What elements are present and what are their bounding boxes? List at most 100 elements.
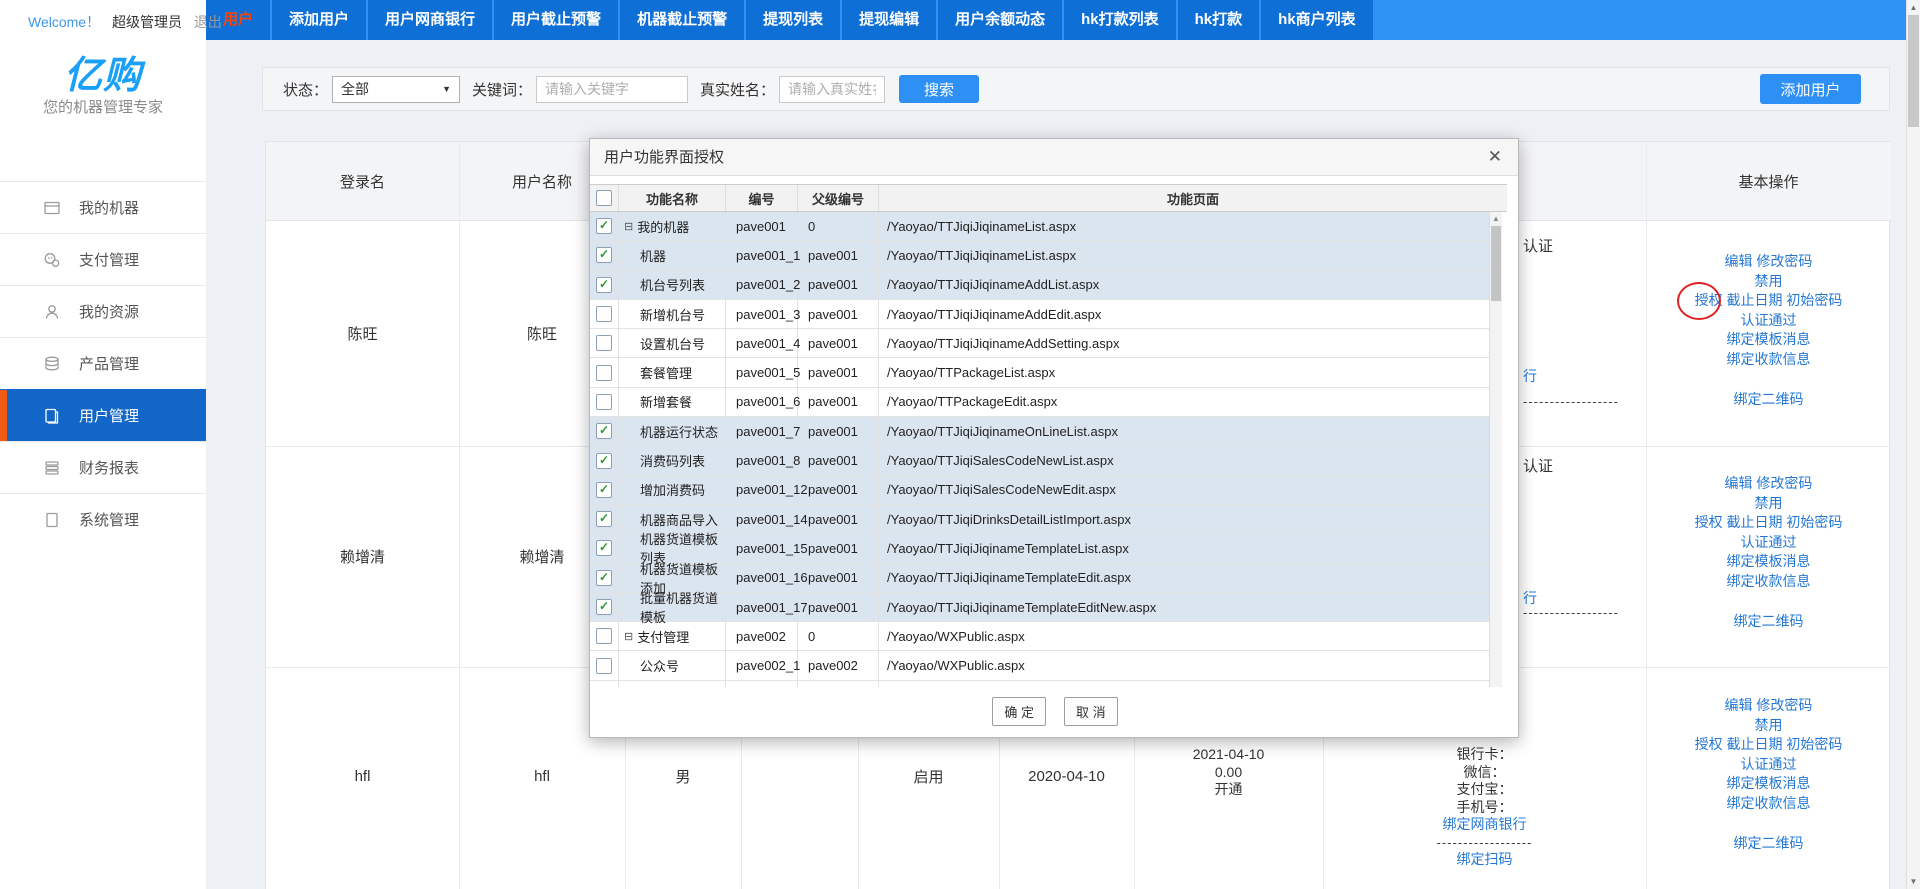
- scroll-up-icon[interactable]: ▲: [1490, 214, 1502, 223]
- cancel-button[interactable]: 取 消: [1064, 697, 1118, 726]
- status-select[interactable]: 全部 ▼: [332, 76, 460, 103]
- brand-tagline: 您的机器管理专家: [0, 96, 206, 117]
- row-checkbox[interactable]: ✓: [596, 540, 612, 556]
- permission-parent-code: pave001: [798, 329, 879, 357]
- action-link-5[interactable]: 绑定收款信息: [1646, 572, 1891, 592]
- scroll-down-icon[interactable]: ▼: [1907, 877, 1920, 886]
- row-checkbox[interactable]: [596, 306, 612, 322]
- permission-page: /Yaoyao/TTPackageList.aspx: [879, 358, 1491, 386]
- action-link-5[interactable]: 绑定收款信息: [1646, 794, 1891, 814]
- row-checkbox[interactable]: ✓: [596, 599, 612, 615]
- select-all-checkbox[interactable]: [596, 190, 612, 206]
- action-link-2[interactable]: 授权 截止日期 初始密码: [1646, 291, 1891, 311]
- nav-tab-8[interactable]: hk打款列表: [1064, 0, 1178, 40]
- nav-tab-7[interactable]: 用户余额动态: [938, 0, 1064, 40]
- action-link-6[interactable]: 绑定二维码: [1646, 390, 1891, 410]
- modal-table-header: 功能名称 编号 父级编号 功能页面: [590, 184, 1507, 212]
- permission-code: pave001_5: [726, 358, 798, 386]
- action-link-0[interactable]: 编辑 修改密码: [1646, 696, 1891, 716]
- permission-parent-code: pave001: [798, 388, 879, 416]
- realname-input[interactable]: [779, 76, 885, 103]
- permission-name: 新增机台号: [640, 305, 705, 324]
- close-icon[interactable]: ✕: [1488, 147, 1502, 167]
- action-link-4[interactable]: 绑定模板消息: [1646, 552, 1891, 572]
- action-link-2[interactable]: 授权 截止日期 初始密码: [1646, 513, 1891, 533]
- nav-tab-6[interactable]: 提现编辑: [842, 0, 938, 40]
- sidebar-item-0[interactable]: 我的机器: [0, 181, 206, 233]
- modal-scroll-thumb[interactable]: [1491, 226, 1501, 301]
- action-link-6[interactable]: 绑定二维码: [1646, 834, 1891, 854]
- collapse-icon[interactable]: ⊟: [624, 630, 633, 643]
- nav-tab-3[interactable]: 用户截止预警: [494, 0, 620, 40]
- permission-code: pave001_2: [726, 271, 798, 299]
- permission-code: pave001_12: [726, 476, 798, 504]
- nav-tab-4[interactable]: 机器截止预警: [620, 0, 746, 40]
- nav-tab-9[interactable]: hk打款: [1178, 0, 1262, 40]
- logout-link[interactable]: 退出: [194, 14, 222, 30]
- row3-status: 启用: [858, 746, 999, 806]
- row-checkbox[interactable]: [596, 365, 612, 381]
- sidebar-item-4[interactable]: 用户管理: [0, 389, 206, 441]
- action-link-1[interactable]: 禁用: [1646, 716, 1891, 736]
- row-checkbox[interactable]: ✓: [596, 247, 612, 263]
- sidebar-item-label: 我的资源: [79, 301, 139, 322]
- modal-scrollbar[interactable]: ▲: [1489, 212, 1502, 687]
- search-button[interactable]: 搜索: [899, 75, 979, 103]
- permission-code: pave002: [726, 622, 798, 650]
- nav-tab-2[interactable]: 用户网商银行: [368, 0, 494, 40]
- add-user-button[interactable]: 添加用户: [1760, 74, 1861, 104]
- row3-bind-scan-link[interactable]: 绑定扫码: [1323, 851, 1646, 869]
- action-link-3[interactable]: 认证通过: [1646, 755, 1891, 775]
- permission-name: 增加消费码: [640, 480, 705, 499]
- row-checkbox[interactable]: ✓: [596, 511, 612, 527]
- action-link-6[interactable]: 绑定二维码: [1646, 612, 1891, 632]
- nav-tab-1[interactable]: 添加用户: [272, 0, 368, 40]
- row-checkbox[interactable]: ✓: [596, 218, 612, 234]
- action-links: 编辑 修改密码禁用授权 截止日期 初始密码认证通过绑定模板消息绑定收款信息绑定二…: [1646, 474, 1891, 632]
- row-checkbox[interactable]: [596, 335, 612, 351]
- action-link-1[interactable]: 禁用: [1646, 494, 1891, 514]
- authorize-modal: 用户功能界面授权 ✕ 功能名称 编号 父级编号 功能页面 ✓⊟我的机器pave0…: [589, 138, 1519, 738]
- action-link-2[interactable]: 授权 截止日期 初始密码: [1646, 735, 1891, 755]
- row-checkbox[interactable]: ✓: [596, 423, 612, 439]
- action-link-3[interactable]: 认证通过: [1646, 533, 1891, 553]
- row-checkbox[interactable]: ✓: [596, 482, 612, 498]
- row-checkbox[interactable]: [596, 658, 612, 674]
- row1-bank-link-fragment[interactable]: 行: [1523, 366, 1537, 386]
- row3-gender: 男: [625, 746, 741, 806]
- row-checkbox[interactable]: ✓: [596, 453, 612, 469]
- sidebar-item-2[interactable]: 我的资源: [0, 285, 206, 337]
- col-func-page: 功能页面: [879, 185, 1507, 211]
- action-link-4[interactable]: 绑定模板消息: [1646, 774, 1891, 794]
- nav-tab-10[interactable]: hk商户列表: [1261, 0, 1375, 40]
- keyword-label: 关键词：: [472, 79, 532, 100]
- keyword-input[interactable]: [536, 76, 688, 103]
- modal-table-body: ✓⊟我的机器pave0010/Yaoyao/TTJiqiJiqinameList…: [590, 212, 1507, 687]
- row-checkbox[interactable]: ✓: [596, 277, 612, 293]
- sidebar-item-3[interactable]: 产品管理: [0, 337, 206, 389]
- ok-button[interactable]: 确 定: [992, 697, 1046, 726]
- action-link-0[interactable]: 编辑 修改密码: [1646, 252, 1891, 272]
- sidebar-item-1[interactable]: 支付管理: [0, 233, 206, 285]
- row-checkbox[interactable]: [596, 628, 612, 644]
- row-checkbox[interactable]: [596, 394, 612, 410]
- action-link-1[interactable]: 禁用: [1646, 272, 1891, 292]
- permission-row-2: ✓机台号列表pave001_2pave001/Yaoyao/TTJiqiJiqi…: [590, 271, 1491, 300]
- nav-tab-5[interactable]: 提现列表: [746, 0, 842, 40]
- sidebar-item-5[interactable]: 财务报表: [0, 441, 206, 493]
- action-link-3[interactable]: 认证通过: [1646, 311, 1891, 331]
- row-checkbox[interactable]: ✓: [596, 570, 612, 586]
- permission-row-4: 设置机台号pave001_4pave001/Yaoyao/TTJiqiJiqin…: [590, 329, 1491, 358]
- action-link-4[interactable]: 绑定模板消息: [1646, 330, 1891, 350]
- action-link-0[interactable]: 编辑 修改密码: [1646, 474, 1891, 494]
- scroll-up-icon[interactable]: ▲: [1907, 3, 1920, 12]
- page-scrollbar[interactable]: ▲ ▼: [1906, 0, 1920, 889]
- action-link-5[interactable]: 绑定收款信息: [1646, 350, 1891, 370]
- row3-bind-bank-link[interactable]: 绑定网商银行: [1323, 816, 1646, 834]
- permission-parent-code: pave001: [798, 505, 879, 533]
- col-code: 编号: [726, 185, 798, 211]
- product-icon: [42, 354, 62, 374]
- sidebar-item-6[interactable]: 系统管理: [0, 493, 206, 545]
- collapse-icon[interactable]: ⊟: [624, 220, 633, 233]
- page-scroll-thumb[interactable]: [1908, 15, 1919, 127]
